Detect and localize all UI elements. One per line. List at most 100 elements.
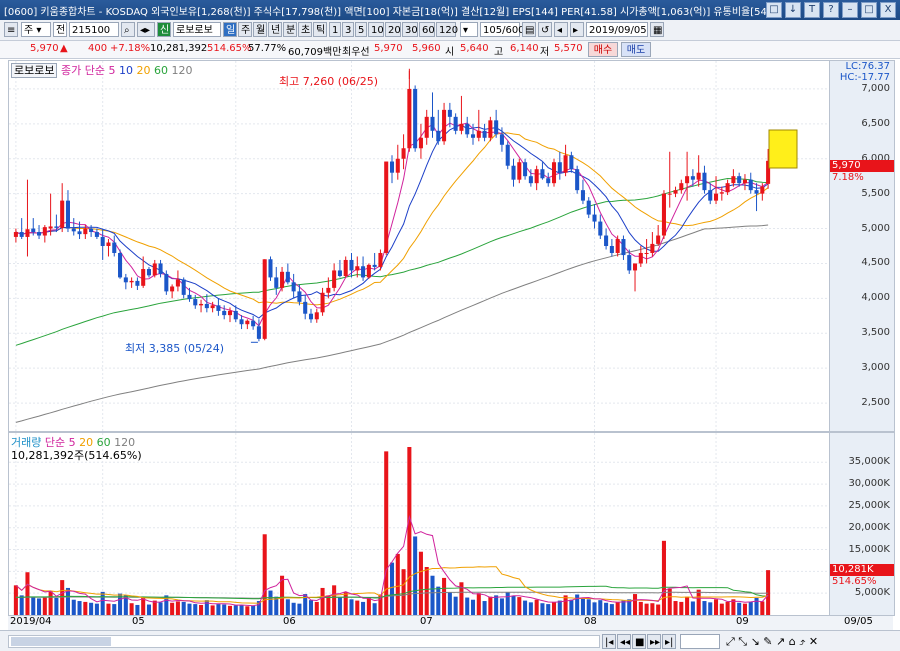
candle-body: [123, 277, 128, 283]
candle-body: [164, 273, 169, 292]
interval-3[interactable]: 3: [342, 22, 354, 37]
volume-bar: [569, 599, 574, 615]
candle-body: [476, 130, 481, 138]
zoom-slider[interactable]: [680, 634, 720, 649]
volume-bar: [430, 575, 435, 615]
candle-body: [569, 155, 574, 170]
tab-second[interactable]: 초: [298, 22, 312, 37]
tool-icons[interactable]: ⤢ ⤡ ↘ ✎ ↗ ⌂ ⤴ ✕: [726, 635, 818, 649]
interval-1[interactable]: 1: [329, 22, 341, 37]
volume-bar: [702, 601, 707, 615]
buy-button[interactable]: 매수: [588, 42, 618, 57]
price-axis[interactable]: LC:76.37 HC:-17.77 7,000 6,500 6,000 5,500 5…: [829, 60, 895, 432]
volume-bar: [216, 604, 221, 615]
last-icon[interactable]: ▸|: [662, 634, 676, 649]
calendar-icon[interactable]: ▦: [650, 22, 664, 37]
low-annotation: 최저 3,385 (05/24): [125, 342, 225, 355]
close-button[interactable]: X: [880, 2, 896, 18]
menu-icon[interactable]: ≡: [4, 22, 18, 37]
volume-bar: [106, 603, 111, 615]
interval-30[interactable]: 30: [402, 22, 418, 37]
volume-chart-panel[interactable]: 거래량 단순 5 20 60 120 10,281,392주(514.65%): [8, 432, 830, 616]
search-icon[interactable]: ⌕: [121, 22, 135, 37]
tab-year[interactable]: 년: [268, 22, 282, 37]
volume-tick-label: 15,000K: [848, 543, 890, 555]
help-icon[interactable]: ?: [823, 2, 839, 18]
volume-bar: [268, 590, 273, 615]
volume-bar: [523, 600, 528, 615]
tab-day[interactable]: 일: [223, 22, 237, 37]
history-icon[interactable]: ◂▸: [137, 22, 155, 37]
candle-body: [488, 120, 493, 138]
chart-scrollbar[interactable]: [8, 635, 600, 648]
volume-bar: [447, 592, 452, 615]
interval-10[interactable]: 10: [368, 22, 384, 37]
sell-button[interactable]: 매도: [621, 42, 651, 57]
price-tick-label: 5,500: [861, 187, 890, 199]
candle-body: [268, 259, 273, 278]
tab-tick[interactable]: 틱: [313, 22, 327, 37]
restore-icon[interactable]: □: [766, 2, 782, 18]
market-select[interactable]: 주 ▾: [21, 22, 51, 37]
stock-code-input[interactable]: 215100: [69, 22, 119, 37]
tab-minute[interactable]: 분: [283, 22, 297, 37]
minimize-button[interactable]: –: [842, 2, 858, 18]
interval-input[interactable]: ▾: [460, 22, 478, 37]
volume-bar: [540, 603, 545, 615]
volume-bar: [19, 595, 24, 615]
candlestick-chart[interactable]: [9, 61, 829, 431]
volume-bar: [563, 595, 568, 615]
range-field[interactable]: 105/600: [480, 22, 525, 37]
chart-stock-name[interactable]: 로보로보: [11, 63, 58, 78]
candle-body: [83, 228, 88, 235]
range-right-icon[interactable]: ▸: [570, 22, 584, 37]
volume-bar: [632, 594, 638, 615]
candle-body: [222, 310, 227, 316]
interval-120[interactable]: 120: [436, 22, 458, 37]
date-input[interactable]: 2019/09/05: [586, 22, 648, 37]
interval-20[interactable]: 20: [385, 22, 401, 37]
volume-bar: [465, 597, 470, 615]
text-icon[interactable]: T: [804, 2, 820, 18]
range-left-icon[interactable]: ◂: [554, 22, 568, 37]
annotation-box: [768, 129, 798, 169]
low-label: 저: [540, 47, 550, 58]
chart-toolbar: ≡ 주 ▾ 전 215100 ⌕ ◂▸ 신 로보로보 일 주 월 년 분 초 틱…: [0, 20, 900, 41]
candle-body: [13, 232, 18, 237]
volume-bar: [297, 603, 302, 615]
volume-axis[interactable]: 35,000K30,000K25,000K20,000K15,000K10,00…: [829, 432, 895, 616]
tab-week[interactable]: 주: [238, 22, 252, 37]
first-icon[interactable]: |◂: [602, 634, 616, 649]
next-icon[interactable]: ▸▸: [647, 634, 661, 649]
volume-bar: [245, 606, 250, 615]
volume-bar: [326, 595, 331, 615]
download-icon[interactable]: ↓: [785, 2, 801, 18]
period-select[interactable]: 전: [53, 22, 67, 37]
scroll-thumb[interactable]: [11, 637, 111, 646]
volume-bar: [314, 601, 319, 615]
candle-body: [442, 109, 447, 142]
candle-body: [609, 246, 614, 253]
volume-bar: [37, 598, 42, 615]
volume-bar: [656, 604, 661, 615]
range-settings-icon[interactable]: ▤: [522, 22, 536, 37]
candle-body: [690, 176, 695, 180]
range-reset-icon[interactable]: ↺: [538, 22, 552, 37]
candle-body: [42, 227, 47, 236]
candle-body: [320, 292, 325, 313]
prev-icon[interactable]: ◂◂: [617, 634, 631, 649]
volume-bar: [748, 601, 753, 615]
interval-5[interactable]: 5: [355, 22, 367, 37]
tab-month[interactable]: 월: [253, 22, 267, 37]
interval-60[interactable]: 60: [419, 22, 435, 37]
maximize-button[interactable]: □: [861, 2, 877, 18]
price-chart-panel[interactable]: 로보로보 종가 단순 5 10 20 60 120 최고 7,260 (06/2…: [8, 60, 830, 432]
volume-bar: [766, 570, 771, 615]
candle-body: [204, 303, 209, 309]
stop-icon[interactable]: ■: [632, 634, 646, 649]
volume-bar: [685, 596, 690, 615]
candle-body: [245, 320, 250, 325]
stock-name-field: 로보로보: [173, 22, 221, 37]
candle-body: [349, 259, 354, 271]
candle-body: [661, 193, 666, 236]
